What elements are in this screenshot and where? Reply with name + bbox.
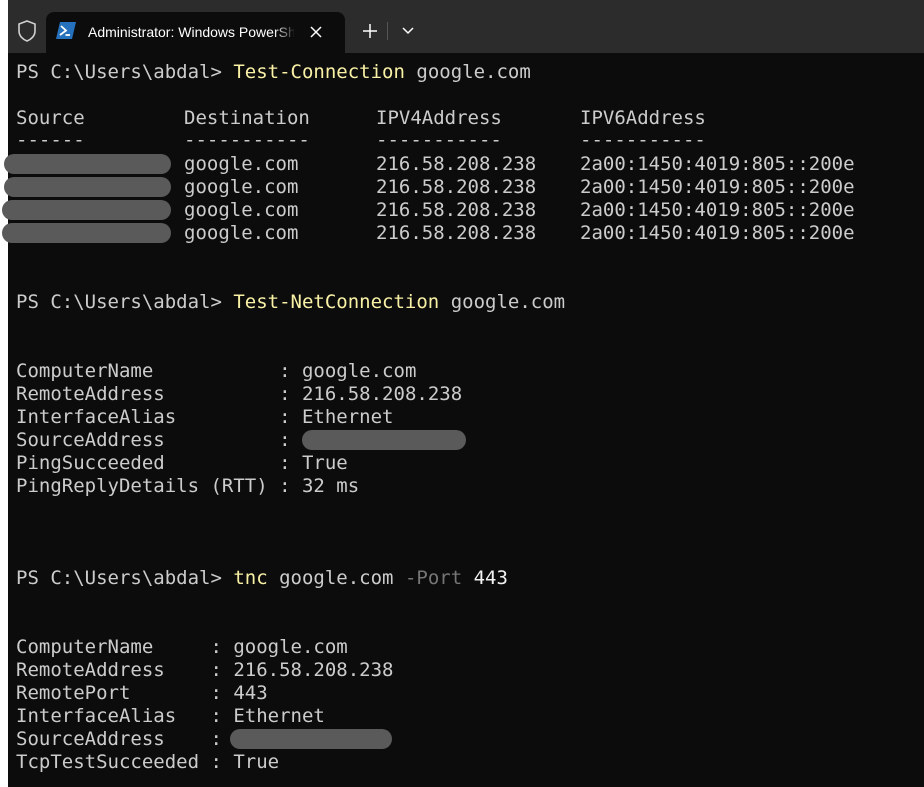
property-label: InterfaceAlias (16, 705, 211, 727)
shield-icon (18, 20, 36, 42)
output-line: TcpTestSucceeded : True (16, 751, 279, 774)
output-line: ComputerName : google.com (16, 636, 348, 659)
redacted-source (4, 154, 171, 174)
window-edge (0, 0, 8, 787)
column-underline: ------ (16, 129, 85, 151)
table-cell-destination: google.com (184, 199, 299, 221)
property-value: : Ethernet (279, 406, 394, 428)
command-args: google.com (439, 291, 566, 313)
prompt: PS C:\Users\abdal> (16, 567, 234, 589)
prompt-line: PS C:\Users\abdal> tnc google.com -Port … (16, 567, 508, 590)
command-parameter: -Port (404, 567, 463, 589)
table-cell-ipv6: 2a00:1450:4019:805::200e (580, 153, 855, 175)
property-value: : 443 (210, 682, 268, 704)
table-cell-destination: google.com (184, 222, 299, 244)
property-value: : 216.58.208.238 (279, 383, 463, 405)
command-name: Test-Connection (233, 61, 405, 83)
tab-powershell[interactable]: Administrator: Windows PowerShell (46, 12, 345, 53)
property-value: : Ethernet (210, 705, 325, 727)
command-name: tnc (233, 567, 268, 589)
table-cell-ipv4: 216.58.208.238 (376, 153, 537, 175)
terminal-output[interactable]: PS C:\Users\abdal> Test-Connection googl… (2, 53, 924, 787)
property-value: : (210, 728, 222, 750)
property-label: SourceAddress (16, 728, 211, 750)
prompt: PS C:\Users\abdal> (16, 291, 234, 313)
toolbar-divider (387, 22, 388, 40)
property-label: InterfaceAlias (16, 406, 280, 428)
property-value: : (279, 429, 291, 451)
property-label: PingReplyDetails (RTT) (16, 475, 280, 497)
command-args: google.com (267, 567, 405, 589)
tab-title-fade (274, 22, 296, 42)
column-header: Destination (184, 107, 310, 129)
chevron-down-icon[interactable] (400, 25, 416, 37)
close-icon[interactable] (308, 24, 324, 40)
title-bar: Administrator: Windows PowerShell (0, 0, 924, 53)
prompt-line: PS C:\Users\abdal> Test-Connection googl… (16, 61, 531, 84)
property-value: : 216.58.208.238 (210, 659, 394, 681)
redacted-source (2, 200, 171, 220)
redacted-source (4, 177, 171, 197)
output-line: PingReplyDetails (RTT) : 32 ms (16, 475, 359, 498)
column-header: Source (16, 107, 85, 129)
table-cell-ipv6: 2a00:1450:4019:805::200e (580, 176, 855, 198)
property-label: ComputerName (16, 360, 280, 382)
column-header: IPV6Address (580, 107, 706, 129)
table-cell-destination: google.com (184, 176, 299, 198)
property-label: SourceAddress (16, 429, 280, 451)
property-label: RemoteAddress (16, 659, 211, 681)
property-value: : True (210, 751, 280, 773)
redacted-source-address (230, 729, 392, 749)
property-value: : google.com (210, 636, 348, 658)
column-underline: ----------- (376, 129, 502, 151)
table-cell-ipv4: 216.58.208.238 (376, 199, 537, 221)
parameter-value: 443 (462, 567, 508, 589)
table-cell-destination: google.com (184, 153, 299, 175)
output-line: InterfaceAlias : Ethernet (16, 406, 394, 429)
table-cell-ipv6: 2a00:1450:4019:805::200e (580, 199, 855, 221)
command-args: google.com (404, 61, 531, 83)
prompt-line: PS C:\Users\abdal> Test-NetConnection go… (16, 291, 565, 314)
property-label: TcpTestSucceeded (16, 751, 211, 773)
property-label: RemoteAddress (16, 383, 280, 405)
column-underline: ----------- (580, 129, 706, 151)
property-label: ComputerName (16, 636, 211, 658)
powershell-icon (56, 22, 76, 39)
output-line: ComputerName : google.com (16, 360, 416, 383)
property-label: PingSucceeded (16, 452, 280, 474)
redacted-source-address (302, 430, 466, 450)
column-header: IPV4Address (376, 107, 502, 129)
tab-title: Administrator: Windows PowerShell (88, 24, 294, 40)
table-cell-ipv6: 2a00:1450:4019:805::200e (580, 222, 855, 244)
redacted-source (2, 223, 171, 243)
table-cell-ipv4: 216.58.208.238 (376, 176, 537, 198)
command-name: Test-NetConnection (233, 291, 440, 313)
output-line: RemoteAddress : 216.58.208.238 (16, 383, 462, 406)
column-underline: ----------- (184, 129, 310, 151)
table-cell-ipv4: 216.58.208.238 (376, 222, 537, 244)
output-line: RemoteAddress : 216.58.208.238 (16, 659, 394, 682)
property-value: : True (279, 452, 348, 474)
output-line: InterfaceAlias : Ethernet (16, 705, 325, 728)
property-value: : google.com (279, 360, 417, 382)
prompt: PS C:\Users\abdal> (16, 61, 234, 83)
output-line: PingSucceeded : True (16, 452, 348, 475)
property-label: RemotePort (16, 682, 211, 704)
output-line: SourceAddress : (16, 429, 291, 452)
plus-icon[interactable] (361, 22, 379, 40)
output-line: RemotePort : 443 (16, 682, 268, 705)
property-value: : 32 ms (279, 475, 360, 497)
output-line: SourceAddress : (16, 728, 222, 751)
